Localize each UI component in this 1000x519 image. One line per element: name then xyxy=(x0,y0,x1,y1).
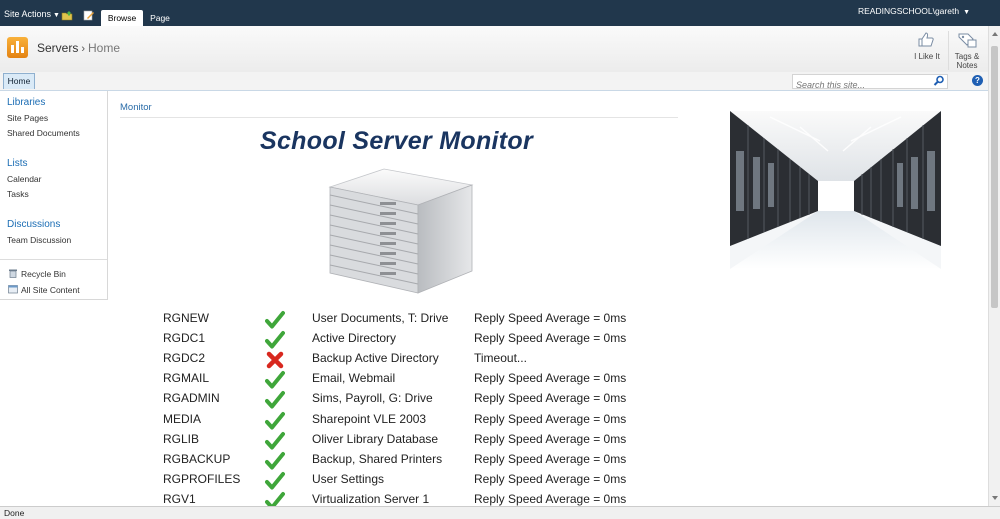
check-icon xyxy=(265,452,285,470)
server-status: Reply Speed Average = 0ms xyxy=(474,371,627,385)
help-icon[interactable]: ? xyxy=(972,75,983,86)
ql-lists-heading[interactable]: Lists xyxy=(7,158,28,169)
server-status: Reply Speed Average = 0ms xyxy=(474,391,627,405)
server-description: Backup Active Directory xyxy=(312,351,439,365)
ql-calendar[interactable]: Calendar xyxy=(7,174,42,184)
monitor-section-title: Monitor xyxy=(120,102,152,113)
ql-shared-documents[interactable]: Shared Documents xyxy=(7,128,80,138)
server-status: Reply Speed Average = 0ms xyxy=(474,331,627,345)
ql-team-discussion[interactable]: Team Discussion xyxy=(7,235,71,245)
scroll-up-icon[interactable] xyxy=(992,32,998,36)
breadcrumb-current-page: Home xyxy=(88,41,121,55)
ql-recycle-bin-label: Recycle Bin xyxy=(21,269,66,279)
server-description: User Settings xyxy=(312,472,385,486)
site-content-icon xyxy=(8,285,18,294)
search-input[interactable] xyxy=(793,78,932,92)
browser-status-bar: Done xyxy=(0,506,1000,519)
edit-page-icon[interactable] xyxy=(83,10,95,21)
server-name: RGBACKUP xyxy=(163,452,231,466)
server-name: RGLIB xyxy=(163,432,200,446)
tags-notes-label-1: Tags & xyxy=(954,52,980,61)
server-name: RGDC2 xyxy=(163,351,206,365)
server-status: Reply Speed Average = 0ms xyxy=(474,492,627,506)
tab-browse[interactable]: Browse xyxy=(101,10,143,26)
server-description: Virtualization Server 1 xyxy=(312,492,430,506)
navigate-up-icon[interactable] xyxy=(61,10,73,21)
server-name: RGDC1 xyxy=(163,331,206,345)
page-title: School Server Monitor xyxy=(260,127,534,155)
scrollbar-thumb[interactable] xyxy=(991,46,998,308)
site-logo[interactable] xyxy=(7,37,28,58)
status-text: Done xyxy=(4,508,25,518)
topnav-home-tab[interactable]: Home xyxy=(3,73,35,89)
chevron-down-icon: ▼ xyxy=(53,12,60,19)
breadcrumb-site-link[interactable]: Servers xyxy=(37,41,78,55)
server-description: Active Directory xyxy=(312,331,397,345)
search-box xyxy=(792,74,948,92)
thumbs-up-icon xyxy=(918,32,934,47)
recycle-bin-icon xyxy=(9,269,17,278)
quick-launch: Libraries Site Pages Shared Documents Li… xyxy=(0,91,108,300)
chevron-down-icon: ▼ xyxy=(963,9,970,16)
i-like-it-button[interactable]: I Like It xyxy=(908,31,946,61)
server-status: Timeout... xyxy=(474,351,527,365)
ql-tasks[interactable]: Tasks xyxy=(7,189,29,199)
tag-note-icon xyxy=(958,33,977,48)
check-icon xyxy=(265,371,285,389)
server-description: Sharepoint VLE 2003 xyxy=(312,412,427,426)
check-icon xyxy=(265,472,285,490)
server-status: Reply Speed Average = 0ms xyxy=(474,311,627,325)
tags-notes-label-2: Notes xyxy=(956,61,978,70)
server-name: RGV1 xyxy=(163,492,196,506)
ql-discussions-heading[interactable]: Discussions xyxy=(7,219,60,230)
cross-icon xyxy=(266,351,284,369)
i-like-it-label: I Like It xyxy=(914,52,940,61)
user-menu[interactable]: READINGSCHOOL\gareth ▼ xyxy=(858,6,970,16)
title-area: Servers › Home I Like It Tags & Notes xyxy=(0,26,988,73)
user-name: READINGSCHOOL\gareth xyxy=(857,6,960,16)
server-name: RGPROFILES xyxy=(163,472,241,486)
check-icon xyxy=(265,311,285,329)
server-name: RGMAIL xyxy=(163,371,210,385)
ql-recycle-bin[interactable]: Recycle Bin xyxy=(8,268,66,279)
ql-divider xyxy=(0,259,107,260)
search-icon[interactable] xyxy=(933,75,945,87)
server-description: Sims, Payroll, G: Drive xyxy=(312,391,433,405)
vertical-scrollbar[interactable] xyxy=(988,26,1000,506)
server-name: RGNEW xyxy=(163,311,209,325)
top-navigation: Home ? xyxy=(0,72,988,92)
check-icon xyxy=(265,412,285,430)
check-icon xyxy=(265,432,285,450)
scroll-down-icon[interactable] xyxy=(992,496,998,500)
server-description: Oliver Library Database xyxy=(312,432,439,446)
server-status: Reply Speed Average = 0ms xyxy=(474,452,627,466)
ql-libraries-heading[interactable]: Libraries xyxy=(7,97,45,108)
server-status: Reply Speed Average = 0ms xyxy=(474,472,627,486)
server-status: Reply Speed Average = 0ms xyxy=(474,432,627,446)
ql-all-site-content[interactable]: All Site Content xyxy=(8,284,80,295)
breadcrumb: Servers › Home xyxy=(37,41,120,55)
check-icon xyxy=(265,331,285,349)
server-description: User Documents, T: Drive xyxy=(312,311,449,325)
breadcrumb-separator-icon: › xyxy=(81,43,86,55)
section-divider xyxy=(120,117,678,118)
check-icon xyxy=(265,391,285,409)
server-status: Reply Speed Average = 0ms xyxy=(474,412,627,426)
site-actions-label: Site Actions xyxy=(4,9,52,19)
ribbon-bar: Site Actions ▼ Browse Page READINGSCHOOL\… xyxy=(0,0,1000,26)
ql-all-site-content-label: All Site Content xyxy=(21,285,80,295)
tab-page[interactable]: Page xyxy=(145,10,175,26)
server-rack-image xyxy=(328,168,474,294)
server-room-image xyxy=(730,111,941,269)
tags-notes-button[interactable]: Tags & Notes xyxy=(948,31,985,70)
server-description: Backup, Shared Printers xyxy=(312,452,443,466)
server-name: MEDIA xyxy=(163,412,202,426)
site-actions-menu[interactable]: Site Actions ▼ xyxy=(4,9,60,19)
server-name: RGADMIN xyxy=(163,391,220,405)
server-description: Email, Webmail xyxy=(312,371,396,385)
ql-site-pages[interactable]: Site Pages xyxy=(7,113,48,123)
